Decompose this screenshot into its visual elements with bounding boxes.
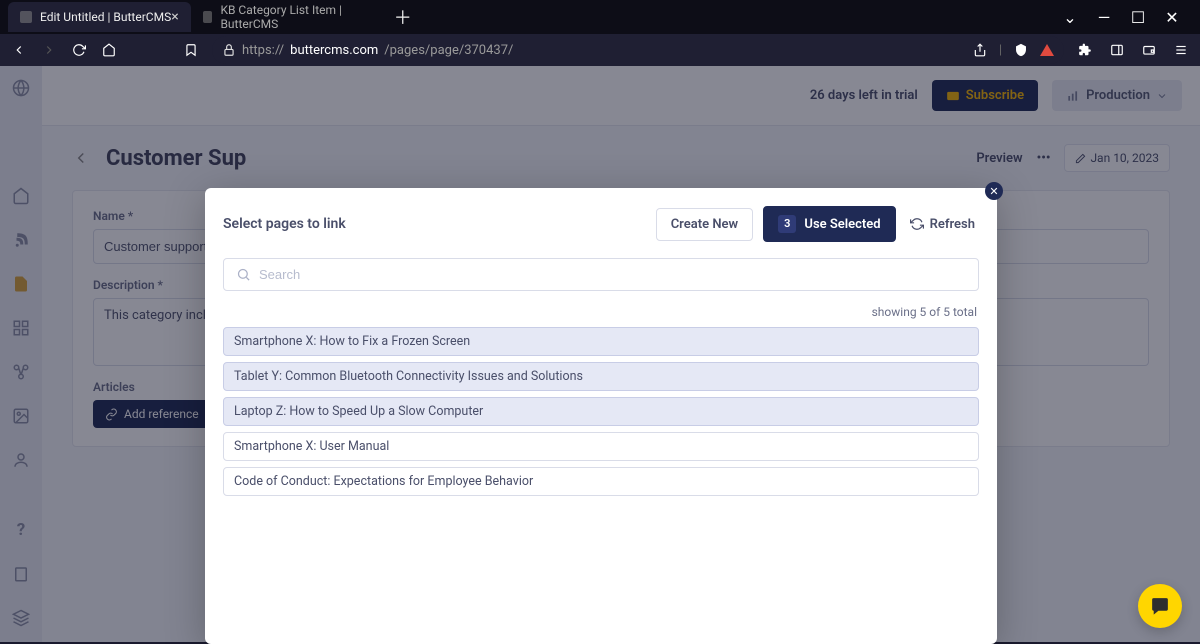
panel-icon[interactable] (1108, 41, 1126, 59)
chat-icon (1149, 595, 1171, 617)
tab-title: KB Category List Item | ButterCMS (220, 3, 368, 31)
extensions-icon[interactable] (1076, 41, 1094, 59)
url-path: /pages/page/370437/ (384, 43, 513, 58)
page-row[interactable]: Code of Conduct: Expectations for Employ… (223, 467, 979, 496)
minimize-button[interactable]: — (1096, 8, 1112, 27)
page-row[interactable]: Laptop Z: How to Speed Up a Slow Compute… (223, 397, 979, 426)
home-button[interactable] (100, 41, 118, 59)
brave-shield-icon[interactable] (1014, 43, 1028, 57)
share-icon[interactable] (973, 43, 987, 57)
result-count: showing 5 of 5 total (225, 305, 977, 319)
search-icon (236, 267, 251, 282)
modal-title: Select pages to link (223, 216, 346, 232)
modal-close-button[interactable]: ✕ (985, 182, 1003, 200)
search-input[interactable] (259, 267, 966, 282)
page-list: Smartphone X: How to Fix a Frozen Screen… (223, 327, 979, 496)
close-icon[interactable]: × (171, 9, 178, 25)
nav-back-button[interactable] (10, 41, 28, 59)
tab-title: Edit Untitled | ButterCMS (40, 10, 171, 24)
wallet-icon[interactable] (1140, 41, 1158, 59)
favicon-icon (203, 11, 213, 23)
menu-icon[interactable] (1172, 41, 1190, 59)
new-tab-button[interactable]: ＋ (389, 3, 417, 31)
nav-forward-button[interactable] (40, 41, 58, 59)
chevron-down-icon[interactable]: ⌄ (1062, 8, 1078, 27)
page-row[interactable]: Smartphone X: User Manual (223, 432, 979, 461)
page-row[interactable]: Tablet Y: Common Bluetooth Connectivity … (223, 362, 979, 391)
search-field[interactable] (223, 258, 979, 291)
reload-button[interactable] (70, 41, 88, 59)
use-selected-button[interactable]: 3 Use Selected (763, 206, 896, 242)
refresh-button[interactable]: Refresh (906, 211, 979, 238)
url-host: buttercms.com (290, 43, 378, 58)
favicon-icon (20, 11, 32, 23)
lock-icon (222, 43, 236, 57)
intercom-button[interactable] (1138, 584, 1182, 628)
page-row[interactable]: Smartphone X: How to Fix a Frozen Screen (223, 327, 979, 356)
link-pages-modal: ✕ Select pages to link Create New 3 Use … (205, 188, 997, 644)
browser-tab-inactive[interactable]: KB Category List Item | ButterCMS (191, 2, 381, 32)
bookmark-icon[interactable] (182, 41, 200, 59)
close-window-button[interactable]: ✕ (1164, 8, 1180, 27)
address-bar[interactable]: https:// buttercms.com/pages/page/370437/… (212, 36, 1064, 64)
brave-rewards-icon[interactable] (1040, 44, 1054, 56)
maximize-button[interactable]: ☐ (1130, 8, 1146, 27)
create-new-button[interactable]: Create New (656, 208, 753, 241)
browser-tab-active[interactable]: Edit Untitled | ButterCMS × (8, 2, 191, 32)
refresh-icon (910, 217, 924, 231)
url-prefix: https:// (242, 43, 284, 58)
selected-count-badge: 3 (778, 215, 796, 233)
